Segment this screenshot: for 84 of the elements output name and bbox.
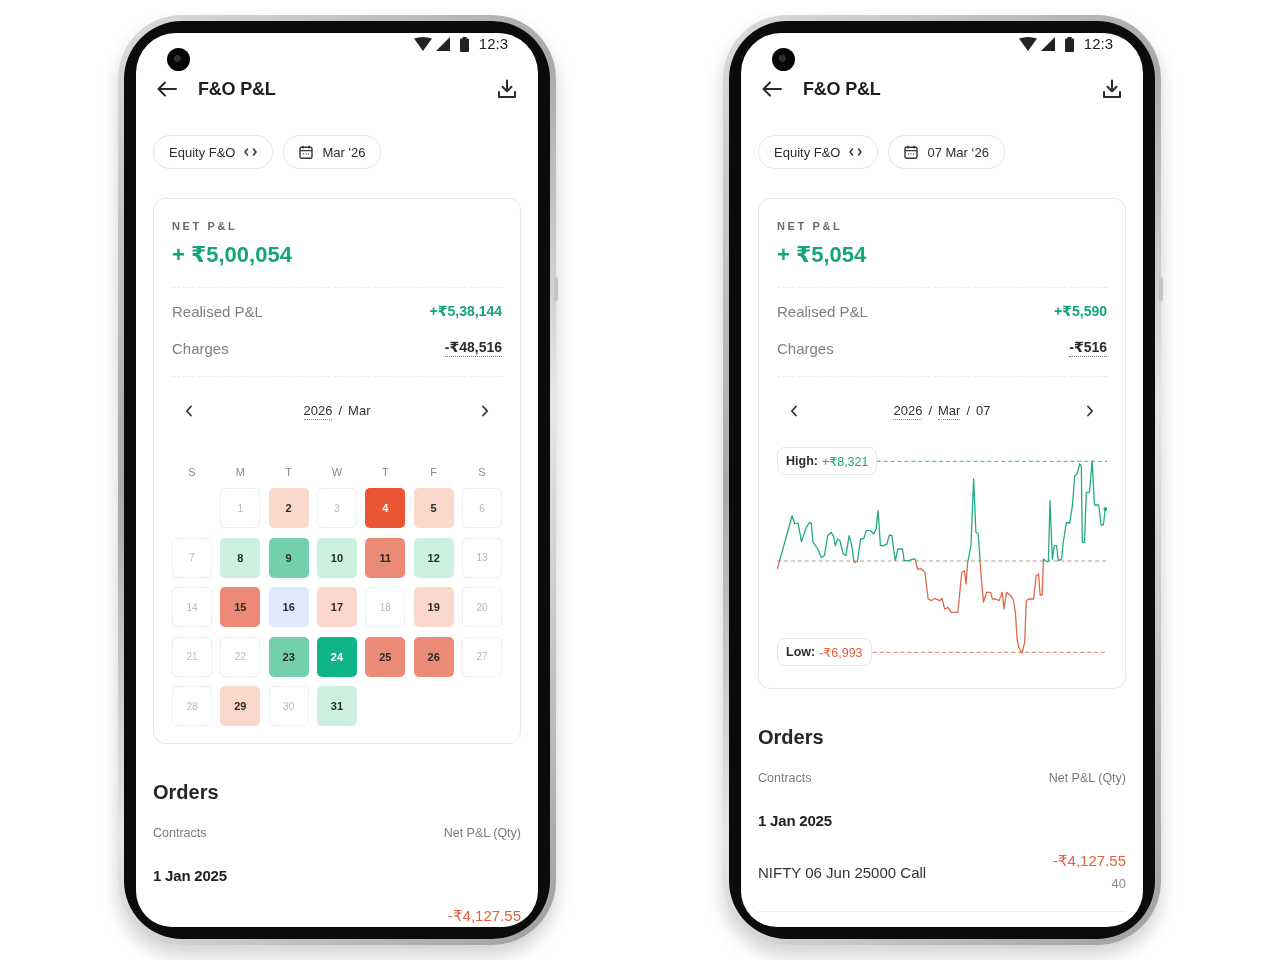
calendar-day[interactable]: 16 xyxy=(268,587,309,627)
net-pnl-label: NET P&L xyxy=(777,219,844,233)
chevron-left-icon[interactable] xyxy=(185,405,193,417)
calendar-day[interactable]: 8 xyxy=(220,537,261,578)
date-crumb-link[interactable]: 2026 xyxy=(893,402,923,420)
group-date: 1 Jan 2025 xyxy=(153,866,228,886)
summary-value: +₹5,38,144 xyxy=(429,303,502,319)
status-time: 12:3 xyxy=(1083,35,1113,53)
pnl-amount: -₹4,127.55 xyxy=(1053,852,1126,870)
summary-label: Charges xyxy=(777,339,834,357)
date-crumb-link[interactable]: Mar xyxy=(938,402,961,420)
page-title: F&O P&L xyxy=(198,78,276,100)
download-icon[interactable] xyxy=(497,79,517,99)
summary-value[interactable]: -₹48,516 xyxy=(444,339,502,357)
date-chip[interactable]: 07 Mar ‘26 xyxy=(888,135,1005,169)
calendar-icon xyxy=(299,145,314,159)
weekday-label: M xyxy=(234,465,246,480)
date-crumb-link[interactable]: 2026 xyxy=(303,402,333,420)
weekday-label: F xyxy=(429,465,438,480)
net-pnl-label: NET P&L xyxy=(172,219,239,233)
quantity: 40 xyxy=(1111,875,1126,893)
contract-name: NIFTY 06 Jun 25000 Call xyxy=(758,864,927,881)
page-title: F&O P&L xyxy=(803,78,881,100)
weekday-label: S xyxy=(477,465,487,480)
battery-icon xyxy=(1064,36,1074,52)
section-title: Orders xyxy=(758,725,825,750)
segment-chip[interactable]: Equity F&O xyxy=(153,135,274,169)
date-crumb-text: 07 xyxy=(976,402,991,420)
calendar-day[interactable]: 12 xyxy=(413,537,454,578)
calendar-day[interactable]: 15 xyxy=(220,587,261,627)
chevron-left-icon[interactable] xyxy=(790,405,798,417)
segment-chip[interactable]: Equity F&O xyxy=(758,135,879,169)
battery-icon xyxy=(459,36,469,52)
calendar-day[interactable]: 31 xyxy=(317,686,357,726)
date-crumb-text: / xyxy=(928,402,933,420)
summary-label: Charges xyxy=(172,339,229,357)
section-title: Orders xyxy=(153,780,220,805)
chevron-left-right-icon xyxy=(849,148,863,156)
calendar-day[interactable]: 9 xyxy=(268,537,309,578)
wifi-icon xyxy=(1018,37,1037,51)
summary-label: Realised P&L xyxy=(172,302,263,320)
summary-value[interactable]: -₹516 xyxy=(1069,339,1107,357)
calendar-day[interactable]: 19 xyxy=(413,587,454,627)
column-header: Net P&L (Qty) xyxy=(443,825,521,842)
signal-icon xyxy=(1040,37,1055,51)
calendar-day[interactable]: 29 xyxy=(220,686,261,726)
status-time: 12:3 xyxy=(478,35,508,53)
calendar-icon xyxy=(904,145,919,159)
group-date: 1 Jan 2025 xyxy=(758,811,833,831)
back-arrow-icon[interactable] xyxy=(157,81,177,97)
date-crumb-text: Mar xyxy=(348,402,371,420)
wifi-icon xyxy=(413,37,432,51)
calendar-day[interactable]: 4 xyxy=(365,488,406,528)
calendar-day[interactable]: 5 xyxy=(413,488,454,528)
net-pnl-value: + ₹5,00,054 xyxy=(172,241,293,269)
calendar-day[interactable]: 10 xyxy=(317,537,357,578)
download-icon[interactable] xyxy=(1102,79,1122,99)
column-header: Contracts xyxy=(153,825,207,842)
chevron-left-right-icon xyxy=(244,148,258,156)
calendar-day[interactable]: 23 xyxy=(268,636,309,677)
column-header: Net P&L (Qty) xyxy=(1048,770,1126,787)
calendar-day[interactable]: 25 xyxy=(365,636,406,677)
weekday-label: S xyxy=(187,465,197,480)
camera-icon xyxy=(167,48,190,71)
summary-value: +₹5,590 xyxy=(1054,303,1107,319)
calendar-day[interactable]: 2 xyxy=(268,488,309,528)
weekday-label: T xyxy=(380,465,390,480)
calendar-day[interactable]: 11 xyxy=(365,537,406,578)
chevron-right-icon[interactable] xyxy=(481,405,489,417)
date-crumb-text: / xyxy=(338,402,343,420)
column-header: Contracts xyxy=(758,770,812,787)
summary-label: Realised P&L xyxy=(777,302,868,320)
pnl-amount: -₹4,127.55 xyxy=(448,907,521,925)
date-chip[interactable]: Mar '26 xyxy=(283,135,382,169)
calendar-day[interactable]: 17 xyxy=(317,587,357,627)
signal-icon xyxy=(435,37,450,51)
calendar-day[interactable]: 26 xyxy=(413,636,454,677)
date-crumb-text: / xyxy=(966,402,971,420)
back-arrow-icon[interactable] xyxy=(762,81,782,97)
weekday-label: T xyxy=(284,465,293,480)
net-pnl-value: + ₹5,054 xyxy=(777,241,868,269)
weekday-label: W xyxy=(330,465,344,480)
chevron-right-icon[interactable] xyxy=(1086,405,1094,417)
camera-icon xyxy=(772,48,795,71)
